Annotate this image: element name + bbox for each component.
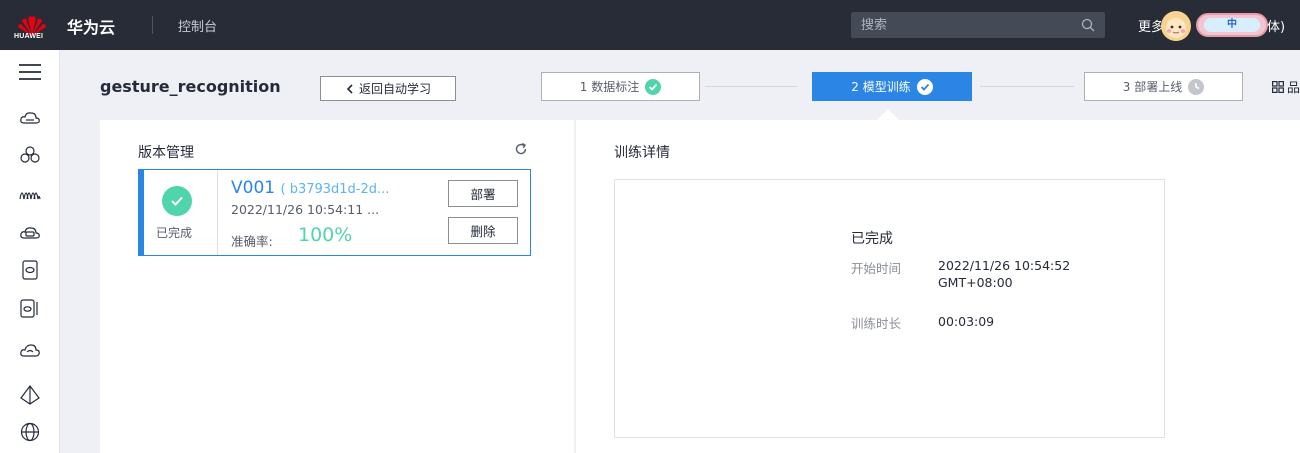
project-title: gesture_recognition [100, 77, 281, 96]
back-button-label: 返回自动学习 [358, 82, 431, 96]
language-label[interactable]: 体) [1267, 16, 1285, 35]
grid-icon [1272, 80, 1284, 93]
cloud-stack-icon[interactable] [18, 106, 42, 130]
version-id: ( b3793d1d-2d... [280, 182, 390, 197]
step-data-labeling[interactable]: 1 数据标注 [541, 72, 700, 101]
training-status: 已完成 [851, 231, 893, 247]
version-panel-title: 版本管理 [138, 145, 194, 161]
more-apps[interactable]: 品 [1272, 77, 1300, 96]
language-badge: 中 [1204, 18, 1260, 32]
globe-icon[interactable] [18, 420, 42, 444]
search-input[interactable] [861, 16, 1061, 34]
status-text: 已完成 [156, 226, 193, 240]
step-connector [980, 86, 1074, 87]
left-service-rail [0, 50, 60, 453]
training-details-box: 已完成 开始时间 2022/11/26 10:54:52 GMT+08:00 训… [614, 179, 1165, 438]
training-details-panel: 训练详情 已完成 开始时间 2022/11/26 10:54:52 GMT+08… [576, 120, 1300, 453]
tablet-icon[interactable] [18, 258, 42, 282]
step-label: 1 数据标注 [579, 80, 640, 94]
accuracy-label: 准确率: [231, 234, 273, 249]
duration-value: 00:03:09 [938, 314, 995, 329]
step-label: 3 部署上线 [1122, 80, 1183, 94]
start-time-value: 2022/11/26 10:54:52 GMT+08:00 [938, 257, 1070, 291]
cloud-outline-icon[interactable] [18, 338, 42, 362]
refresh-icon[interactable] [514, 142, 528, 156]
clover-icon[interactable] [18, 143, 42, 167]
menu-icon[interactable] [18, 60, 42, 84]
start-time-zone: GMT+08:00 [938, 275, 1013, 290]
waves-icon[interactable] [18, 181, 42, 205]
status-column: 已完成 [144, 170, 218, 255]
more-apps-label: 品 [1287, 81, 1300, 96]
check-circle-icon [916, 78, 933, 95]
active-step-pointer [877, 109, 899, 120]
delete-button[interactable]: 删除 [448, 217, 518, 244]
details-panel-title: 训练详情 [614, 145, 670, 161]
version-date: 2022/11/26 10:54:11 ... [231, 202, 380, 217]
search-icon[interactable] [1081, 18, 1095, 32]
success-check-icon [162, 186, 192, 216]
mascot-avatar-icon [1161, 11, 1191, 41]
duration-label: 训练时长 [851, 316, 902, 331]
step-model-training[interactable]: 2 模型训练 [812, 72, 972, 101]
version-management-panel: 版本管理 已完成 V001 ( b3793d1d-2d... 2022/11/2… [100, 120, 574, 453]
version-card[interactable]: 已完成 V001 ( b3793d1d-2d... 2022/11/26 10:… [138, 169, 531, 256]
language-switch[interactable]: 中 [1196, 13, 1268, 37]
start-time-label: 开始时间 [851, 261, 902, 276]
logo-text: HUAWEI [14, 33, 44, 40]
tablets-icon[interactable] [18, 296, 42, 320]
step-label: 2 模型训练 [851, 80, 911, 94]
start-time-date: 2022/11/26 10:54:52 [938, 258, 1071, 273]
version-name[interactable]: V001 ( b3793d1d-2d... [231, 178, 389, 198]
step-connector [705, 86, 797, 87]
console-link[interactable]: 控制台 [178, 16, 217, 35]
pyramid-icon[interactable] [18, 383, 42, 407]
deploy-button[interactable]: 部署 [448, 180, 518, 207]
divider [152, 16, 153, 34]
accuracy-value: 100% [298, 224, 353, 246]
back-to-autolearning-button[interactable]: 返回自动学习 [320, 76, 456, 101]
clock-icon [1188, 78, 1205, 95]
step-deploy[interactable]: 3 部署上线 [1084, 72, 1243, 101]
check-circle-icon [645, 78, 662, 95]
brand-name[interactable]: 华为云 [67, 14, 115, 38]
search-box[interactable] [851, 12, 1105, 38]
chevron-left-icon [346, 83, 353, 94]
version-number: V001 [231, 178, 276, 198]
server-cloud-icon[interactable] [18, 220, 42, 244]
top-navigation-bar: HUAWEI 华为云 控制台 更多 中 体) [0, 0, 1300, 50]
